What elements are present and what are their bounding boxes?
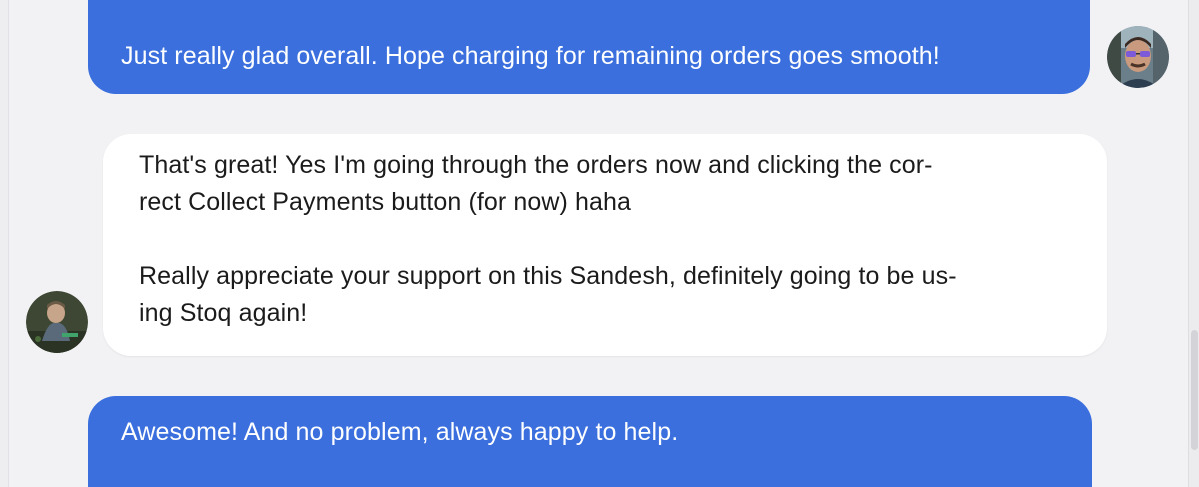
customer-avatar[interactable] [26,291,88,353]
left-rail [0,0,9,487]
message-text: rect Collect Payments button (for now) h… [139,188,632,216]
message-paragraph: Really appreciate your support on this S… [139,258,1067,332]
agent-avatar-image [1107,26,1169,88]
message-bubble-outgoing[interactable]: Just really glad overall. Hope charging … [88,0,1090,94]
message-bubble-outgoing[interactable]: Awesome! And no problem, always happy to… [88,396,1092,487]
chat-transcript: Just really glad overall. Hope charging … [0,0,1199,487]
message-text: Really appreciate your support on this S… [139,262,957,290]
scrollbar[interactable] [1188,0,1199,487]
customer-avatar-image [26,291,88,353]
scrollbar-thumb[interactable] [1191,330,1198,450]
message-text: That's great! Yes I'm going through the … [139,151,933,179]
message-bubble-incoming[interactable]: That's great! Yes I'm going through the … [103,134,1107,356]
message-paragraph: That's great! Yes I'm going through the … [139,147,1067,221]
message-text: Just really glad overall. Hope charging … [121,42,940,70]
message-text: ing Stoq again! [139,299,308,327]
agent-avatar[interactable] [1107,26,1169,88]
message-text: Awesome! And no problem, always happy to… [121,418,679,446]
